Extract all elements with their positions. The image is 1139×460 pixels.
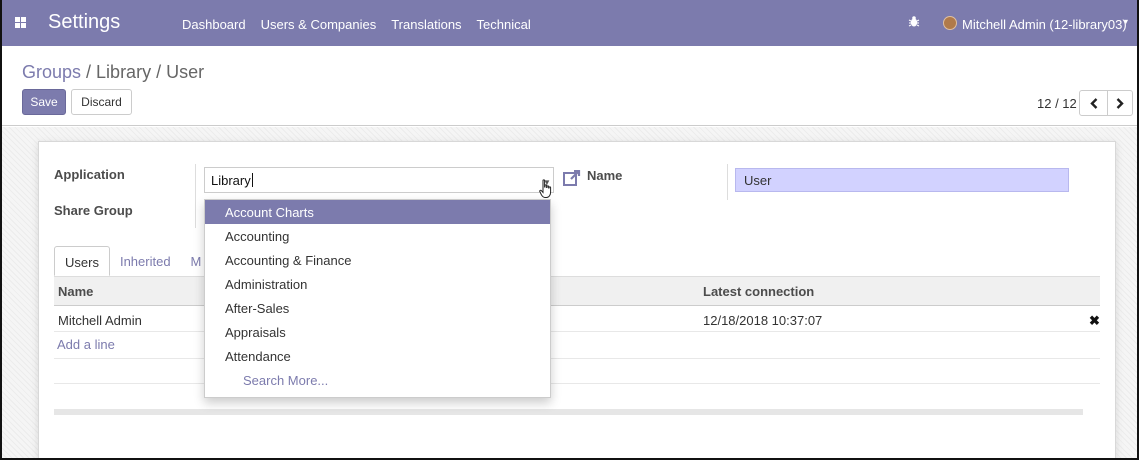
cell-user-name: Mitchell Admin [58,313,142,328]
user-menu-caret-icon[interactable]: ▾ [1124,17,1128,26]
name-label: Name [587,168,623,183]
main-menu: Dashboard Users & Companies Translations… [182,17,546,32]
dropdown-option-attendance[interactable]: Attendance [205,344,550,368]
application-label: Application [54,167,125,182]
external-link-icon[interactable] [563,169,581,189]
field-divider [195,164,196,228]
tab-inherited[interactable]: Inherited [110,246,181,276]
chevron-left-icon [1089,97,1097,109]
bug-icon[interactable] [908,15,920,31]
application-value: Library [211,173,251,188]
dropdown-option-administration[interactable]: Administration [205,272,550,296]
text-cursor [251,173,253,187]
tab-users[interactable]: Users [54,246,110,276]
name-input[interactable]: User [735,168,1069,192]
field-divider [727,164,728,200]
dropdown-option-accounting[interactable]: Accounting [205,224,550,248]
dropdown-option-appraisals[interactable]: Appraisals [205,320,550,344]
discard-button[interactable]: Discard [71,89,132,115]
breadcrumb-current: User [166,62,205,82]
application-dropdown-menu: Account Charts Accounting Accounting & F… [204,199,551,398]
app-frame: Settings Dashboard Users & Companies Tra… [0,0,1139,460]
dropdown-option-accounting-finance[interactable]: Accounting & Finance [205,248,550,272]
form-sheet: Application Share Group Library ▼ Name U… [38,141,1116,458]
notebook-tabs: Users Inherited M [54,246,211,276]
breadcrumb: Groups / Library / User [22,62,204,83]
column-header-name[interactable]: Name [58,284,93,299]
chevron-right-icon [1116,97,1124,109]
apps-grid-icon[interactable] [15,17,26,28]
application-select-input[interactable]: Library [204,167,554,193]
user-avatar[interactable] [943,16,957,30]
breadcrumb-library: Library [96,62,152,82]
control-panel: Groups / Library / User Save Discard 12 … [2,46,1137,126]
add-line-link[interactable]: Add a line [57,337,115,352]
column-header-latest-connection[interactable]: Latest connection [703,284,814,299]
user-menu-name[interactable]: Mitchell Admin (12-library03) [962,17,1127,32]
pager-next-button[interactable] [1107,90,1133,116]
pager-previous-button[interactable] [1079,90,1108,116]
search-more-link[interactable]: Search More... [243,373,328,388]
breadcrumb-groups[interactable]: Groups [22,62,81,82]
table-footer [54,409,1083,415]
breadcrumb-separator: / [151,62,167,82]
breadcrumb-separator: / [81,62,97,82]
delete-row-icon[interactable]: ✖ [1089,313,1100,329]
menu-item-translations[interactable]: Translations [391,17,461,32]
menu-item-users-companies[interactable]: Users & Companies [261,17,377,32]
menu-item-technical[interactable]: Technical [477,17,531,32]
menu-item-dashboard[interactable]: Dashboard [182,17,246,32]
share-group-label: Share Group [54,203,133,218]
form-view-background: Application Share Group Library ▼ Name U… [2,127,1137,458]
save-button[interactable]: Save [22,89,66,115]
cell-latest-connection: 12/18/2018 10:37:07 [703,313,823,328]
app-title[interactable]: Settings [48,11,120,34]
top-navbar: Settings Dashboard Users & Companies Tra… [2,0,1137,46]
dropdown-option-after-sales[interactable]: After-Sales [205,296,550,320]
dropdown-option-account-charts[interactable]: Account Charts [205,200,550,224]
pager-value[interactable]: 12 / 12 [1037,96,1077,111]
